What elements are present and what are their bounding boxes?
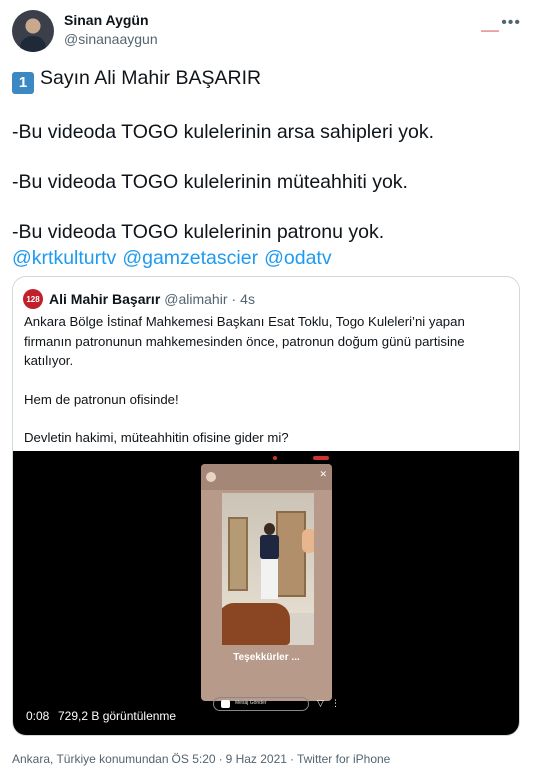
phone-status-indicator	[273, 456, 333, 460]
quoted-body: Ankara Bölge İstinaf Mahkemesi Başkanı E…	[24, 312, 510, 448]
tweet-line-1: 1 Sayın Ali Mahir BAŞARIR	[12, 66, 521, 94]
tweet-source[interactable]: Twitter for iPhone	[297, 752, 390, 766]
separator-dot: ·	[218, 752, 223, 766]
quoted-author-name: Ali Mahir Başarır	[49, 291, 161, 307]
story-frame: ✕ Teşekkürler ...	[201, 464, 332, 701]
avatar[interactable]	[12, 10, 54, 52]
keycap-one-emoji: 1	[12, 72, 34, 94]
mentions-row: @krtkulturtv @gamzetascier @odatv	[12, 246, 521, 270]
tweet-metadata: Ankara, Türkiye konumundan ÖS 5:20 · 9 Haz …	[12, 752, 393, 766]
more-icon[interactable]: •••	[501, 14, 521, 32]
tweet-line-3: -Bu videoda TOGO kulelerinin müteahhiti …	[12, 171, 408, 193]
quoted-paragraph: Hem de patronun ofisinde!	[24, 391, 179, 407]
send-icon: ▽	[317, 698, 324, 708]
tweet-header: Sinan Aygün @sinanaaygun ▬▬▬ •••	[12, 10, 521, 52]
tweet-line-4: -Bu videoda TOGO kulelerinin patronu yok…	[12, 221, 385, 243]
tweet-date[interactable]: 9 Haz 2021	[226, 752, 287, 766]
tweet-line-2: -Bu videoda TOGO kulelerinin arsa sahipl…	[12, 121, 434, 143]
tweet-location[interactable]: Ankara, Türkiye konumundan	[12, 752, 169, 766]
quoted-paragraph: Ankara Bölge İstinaf Mahkemesi Başkanı E…	[24, 314, 465, 368]
video-player[interactable]: ✕ Teşekkürler ... Mesaj Gönder ▽ ⋮ 0:08 …	[13, 451, 519, 735]
mention-link[interactable]: @gamzetascier	[122, 247, 258, 269]
quoted-paragraph: Devletin hakimi, müteahhitin ofisine gid…	[24, 430, 289, 445]
quoted-header: 128 Ali Mahir Başarır @alimahir · 4s	[23, 289, 259, 309]
story-caption: Teşekkürler ...	[233, 652, 300, 663]
close-icon: ✕	[319, 469, 327, 479]
camera-icon	[221, 700, 230, 708]
quoted-author-handle: @alimahir	[164, 291, 228, 307]
watermark-logo: ▬▬▬	[481, 28, 499, 34]
quoted-tweet[interactable]: 128 Ali Mahir Başarır @alimahir · 4s Ank…	[12, 276, 520, 736]
mention-link[interactable]: @krtkulturtv	[12, 247, 116, 269]
quoted-avatar: 128	[23, 289, 43, 309]
story-message-text: Mesaj Gönder	[235, 700, 267, 706]
separator-dot: ·	[231, 291, 237, 307]
story-avatar	[206, 472, 216, 482]
more-icon: ⋮	[331, 698, 340, 708]
video-time: 0:08	[26, 709, 50, 723]
separator-dot: ·	[289, 752, 294, 766]
tweet-line-text: Sayın Ali Mahir BAŞARIR	[40, 67, 262, 89]
story-top-bar	[201, 464, 332, 490]
mention-link[interactable]: @odatv	[264, 247, 332, 269]
tweet-body: 1 Sayın Ali Mahir BAŞARIR -Bu videoda TOG…	[12, 66, 521, 270]
author-name[interactable]: Sinan Aygün	[64, 12, 149, 28]
tweet-time[interactable]: ÖS 5:20	[172, 752, 216, 766]
video-view-count: 729,2 B görüntülenme	[58, 709, 177, 723]
video-scene-image	[222, 493, 314, 645]
author-handle[interactable]: @sinanaaygun	[64, 31, 158, 47]
avatar-figure	[20, 36, 46, 52]
quoted-timestamp: 4s	[240, 291, 255, 307]
